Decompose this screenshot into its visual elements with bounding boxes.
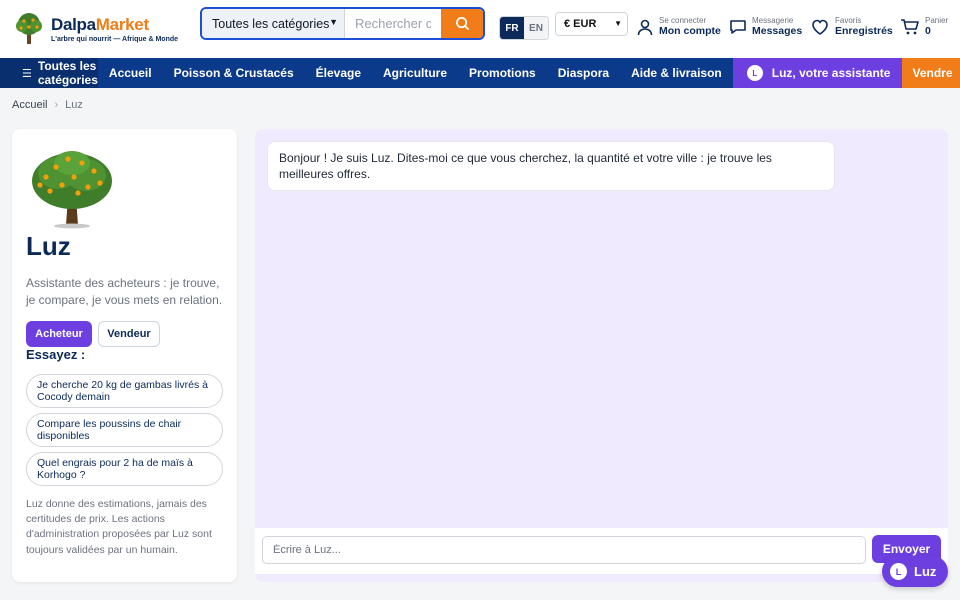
chevron-right-icon: › <box>54 99 59 111</box>
breadcrumb: Accueil › Luz <box>12 99 83 111</box>
menu-icon: ☰ <box>22 67 32 80</box>
brand-tagline: L'arbre qui nourrit — Afrique & Monde <box>51 35 179 43</box>
logo[interactable]: DalpaMarket L'arbre qui nourrit — Afriqu… <box>12 12 198 46</box>
chat-input[interactable] <box>262 536 866 564</box>
site-header: DalpaMarket L'arbre qui nourrit — Afriqu… <box>0 0 960 58</box>
try-heading: Essayez : <box>26 347 86 362</box>
assistant-name: Luz <box>26 231 71 261</box>
nav-item-poisson[interactable]: Poisson & Crustacés <box>163 58 305 88</box>
orange-tree-illustration <box>32 151 112 229</box>
nav-item-vendre[interactable]: Vendre <box>902 58 960 88</box>
suggestion-chip[interactable]: Compare les poussins de chair disponible… <box>26 413 223 447</box>
nav-item-aide[interactable]: Aide & livraison <box>620 58 733 88</box>
lang-en-button[interactable]: EN <box>524 17 548 39</box>
search-button[interactable] <box>441 9 483 38</box>
assistant-panel: Luz Assistante des acheteurs : je trouve… <box>12 129 237 582</box>
main-nav: ☰ Toutes les catégories Accueil Poisson … <box>0 58 960 88</box>
all-categories-menu[interactable]: ☰ Toutes les catégories <box>0 58 98 88</box>
nav-item-promotions[interactable]: Promotions <box>458 58 547 88</box>
assistant-message: Bonjour ! Je suis Luz. Dites-moi ce que … <box>267 141 835 192</box>
lang-fr-button[interactable]: FR <box>500 17 524 39</box>
language-switch: FR EN <box>499 16 549 40</box>
search-icon <box>455 17 469 30</box>
chat-icon <box>730 20 746 34</box>
currency-select[interactable]: € EUR ▼ <box>555 12 628 36</box>
nav-item-agriculture[interactable]: Agriculture <box>372 58 458 88</box>
account-link[interactable]: Se connecter Mon compte <box>636 16 721 37</box>
mode-seller-button[interactable]: Vendeur <box>98 321 160 347</box>
chevron-down-icon: ▼ <box>614 19 622 28</box>
breadcrumb-home[interactable]: Accueil <box>12 99 47 111</box>
tree-logo-icon <box>16 13 42 44</box>
favorites-link[interactable]: Favoris Enregistrés <box>810 16 893 37</box>
chat-panel: Bonjour ! Je suis Luz. Dites-moi ce que … <box>255 129 948 582</box>
messages-link[interactable]: Messagerie Messages <box>729 16 802 37</box>
nav-item-accueil[interactable]: Accueil <box>98 58 163 88</box>
assistant-description: Assistante des acheteurs : je trouve, je… <box>26 276 223 308</box>
luz-badge-icon: L <box>890 563 907 580</box>
search-category-select[interactable]: Toutes les catégories ▼ <box>202 9 345 38</box>
cart-icon <box>901 19 919 35</box>
assistant-disclaimer: Luz donne des estimations, jamais des ce… <box>26 498 212 556</box>
nav-item-luz[interactable]: L Luz, votre assistante <box>732 58 903 88</box>
cart-link[interactable]: Panier 0 <box>900 16 948 37</box>
chevron-down-icon: ▼ <box>329 17 338 27</box>
chat-composer: Envoyer <box>255 528 948 574</box>
breadcrumb-current: Luz <box>65 99 83 111</box>
nav-item-elevage[interactable]: Élevage <box>305 58 372 88</box>
luz-badge-icon: L <box>746 65 763 81</box>
suggestion-chip[interactable]: Quel engrais pour 2 ha de maïs à Korhogo… <box>26 452 223 486</box>
nav-item-diaspora[interactable]: Diaspora <box>547 58 620 88</box>
search-bar: Toutes les catégories ▼ <box>200 7 485 40</box>
heart-icon <box>812 19 828 36</box>
brand-name: DalpaMarket <box>51 14 149 34</box>
luz-floating-button[interactable]: L Luz <box>882 556 948 587</box>
search-input[interactable] <box>345 9 441 38</box>
user-icon <box>637 19 653 36</box>
suggestion-chip[interactable]: Je cherche 20 kg de gambas livrés à Coco… <box>26 374 223 408</box>
mode-buyer-button[interactable]: Acheteur <box>26 321 92 347</box>
